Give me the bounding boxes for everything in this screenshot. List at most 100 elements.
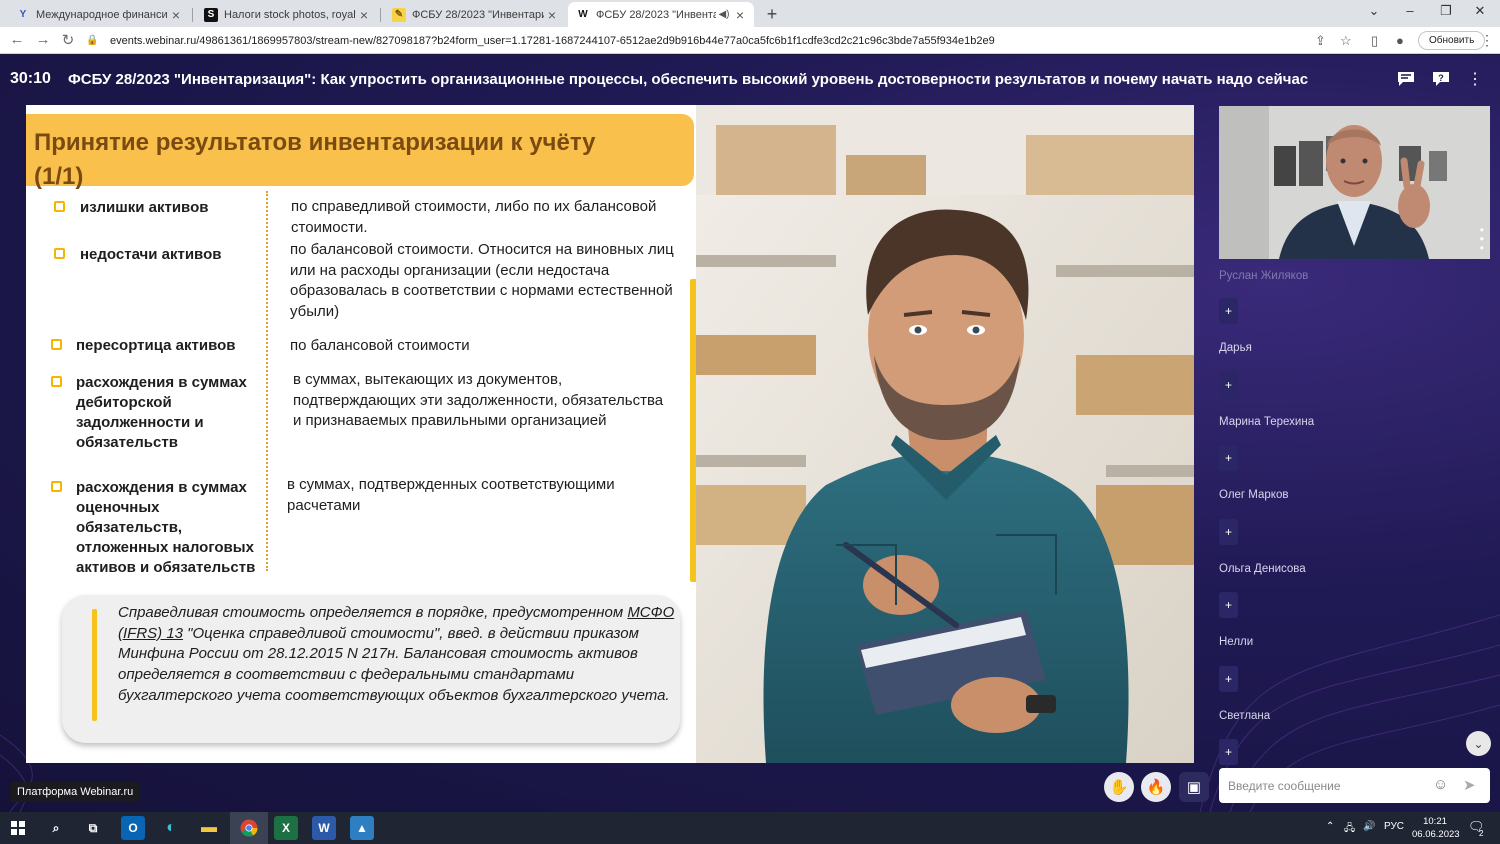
forward-arrow-icon[interactable]: → <box>34 31 52 48</box>
url-field[interactable]: 🔒 events.webinar.ru/49861361/1869957803/… <box>86 30 1406 51</box>
chat-input[interactable] <box>1228 778 1428 793</box>
update-browser-button[interactable]: Обновить <box>1418 31 1486 50</box>
raise-hand-icon[interactable]: ✋ <box>1104 772 1134 802</box>
scroll-down-chevron-icon[interactable]: ⌄ <box>1466 731 1491 756</box>
participant-add-button[interactable]: + <box>1219 445 1238 471</box>
row-value: в суммах, подтвержденных соответствующим… <box>287 476 615 514</box>
profile-avatar-icon[interactable]: ● <box>1396 33 1404 48</box>
close-window-button[interactable]: ✕ <box>1470 3 1490 19</box>
row-label: излишки активов <box>80 199 209 216</box>
participant-add-button[interactable]: + <box>1219 519 1238 545</box>
chrome-icon[interactable] <box>237 816 261 840</box>
square-bullet-icon <box>51 339 62 350</box>
slide-title-line1: Принятие результатов инвентаризации к уч… <box>34 129 596 156</box>
notes-favicon-icon: ✎ <box>392 7 406 22</box>
picture-in-picture-icon[interactable]: ▣ <box>1179 772 1209 802</box>
reload-icon[interactable]: ↻ <box>59 31 77 49</box>
clock-date: 06.06.2023 <box>1412 829 1460 840</box>
browser-tab-4-active[interactable]: W ФСБУ 28/2023 "Инвентариз ◀) × <box>568 2 754 27</box>
taskbar-clock[interactable]: 10:21 06.06.2023 <box>1412 815 1460 841</box>
square-bullet-icon <box>51 481 62 492</box>
question-icon[interactable]: ? <box>1431 69 1451 89</box>
address-toolbar: ← → ↻ 🔒 events.webinar.ru/49861361/18699… <box>0 27 1500 54</box>
row-label: расхождения в суммах оценочных обязатель… <box>76 479 256 576</box>
row-label: недостачи активов <box>80 246 222 263</box>
minimize-button[interactable]: – <box>1400 3 1420 18</box>
new-tab-button[interactable]: + <box>762 4 782 25</box>
language-indicator[interactable]: РУС <box>1384 821 1404 832</box>
participant-name: Нелли <box>1219 636 1254 648</box>
send-icon[interactable]: ➤ <box>1463 776 1476 794</box>
network-icon[interactable]: 🖧 <box>1344 821 1355 838</box>
photos-app-icon[interactable]: ▲ <box>350 816 374 840</box>
edge-icon[interactable]: ◐ <box>159 816 183 840</box>
url-text: events.webinar.ru/49861361/1869957803/st… <box>110 34 995 47</box>
emoji-icon[interactable]: ☺ <box>1433 776 1448 793</box>
windows-start-icon[interactable] <box>6 816 30 840</box>
reaction-flame-icon[interactable]: 🔥 <box>1141 772 1171 802</box>
svg-text:?: ? <box>1438 73 1444 83</box>
video-options-icon[interactable]: • • • <box>1480 224 1484 254</box>
back-arrow-icon[interactable]: ← <box>8 31 26 48</box>
row-value: в суммах, вытекающих из документов, подт… <box>293 371 664 429</box>
close-tab-icon[interactable]: × <box>732 7 748 23</box>
outlook-icon[interactable]: O <box>121 816 145 840</box>
browser-tab-strip: Y Международное финансирова × S Налоги s… <box>0 0 1500 27</box>
participant-add-button[interactable]: + <box>1219 372 1238 398</box>
bookmark-star-icon[interactable]: ☆ <box>1340 33 1352 49</box>
note-text: Справедливая стоимость определяется в по… <box>118 603 678 707</box>
clock-time: 10:21 <box>1423 816 1447 827</box>
tab-title: ФСБУ 28/2023 "Инвентаризаци <box>412 8 544 21</box>
windows-taskbar: ⌕ ⧉ O ◐ ▬ X W ▲ ⌃ 🖧 🔊 РУС 10:21 06.06.20… <box>0 812 1500 844</box>
close-tab-icon[interactable]: × <box>356 7 372 23</box>
webinar-title: ФСБУ 28/2023 "Инвентаризация": Как упрос… <box>68 71 1309 88</box>
square-bullet-icon <box>54 201 65 212</box>
participant-add-button[interactable]: + <box>1219 739 1238 765</box>
file-explorer-icon[interactable]: ▬ <box>197 816 221 840</box>
tab-title: Налоги stock photos, royalty-fre <box>224 8 356 21</box>
participant-name: Марина Терехина <box>1219 416 1315 428</box>
square-bullet-icon <box>54 248 65 259</box>
restore-button[interactable]: ❐ <box>1436 3 1456 19</box>
speaker-video-frame <box>1219 106 1490 259</box>
search-icon[interactable]: ⌕ <box>44 816 68 840</box>
square-bullet-icon <box>51 376 62 387</box>
browser-tab-2[interactable]: S Налоги stock photos, royalty-fre × <box>196 2 378 27</box>
participant-add-button[interactable]: + <box>1219 298 1238 324</box>
side-panel-icon[interactable]: ▯ <box>1371 33 1378 49</box>
volume-icon[interactable]: 🔊 <box>1363 821 1375 832</box>
participant-add-button[interactable]: + <box>1219 592 1238 618</box>
stock-site-favicon-icon: S <box>204 7 218 22</box>
share-icon[interactable]: ⇪ <box>1315 33 1326 49</box>
webinar-favicon-icon: W <box>578 9 588 20</box>
session-timer: 30:10 <box>10 70 51 87</box>
browser-tab-1[interactable]: Y Международное финансирова × <box>8 2 190 27</box>
row-value: по справедливой стоимости, либо по их ба… <box>291 198 657 236</box>
slide-title: Принятие результатов инвентаризации к уч… <box>34 126 684 194</box>
close-tab-icon[interactable]: × <box>168 7 184 23</box>
participant-add-button[interactable]: + <box>1219 666 1238 692</box>
chat-message-box[interactable]: ☺ ➤ <box>1219 768 1490 803</box>
platform-badge: Платформа Webinar.ru <box>10 782 141 802</box>
slide-title-banner: Принятие результатов инвентаризации к уч… <box>26 114 694 190</box>
update-label: Обновить <box>1429 35 1475 46</box>
lock-icon: 🔒 <box>86 35 99 46</box>
speaker-video[interactable]: • • • <box>1219 106 1490 259</box>
browser-tab-3[interactable]: ✎ ФСБУ 28/2023 "Инвентаризаци × <box>384 2 566 27</box>
note-accent-bar <box>92 609 97 721</box>
speaker-icon: ◀) <box>718 9 730 20</box>
participant-name: Светлана <box>1219 710 1271 722</box>
tray-overflow-chevron-icon[interactable]: ⌃ <box>1326 821 1334 832</box>
word-icon[interactable]: W <box>312 816 336 840</box>
task-view-icon[interactable]: ⧉ <box>81 816 105 840</box>
close-tab-icon[interactable]: × <box>544 7 560 23</box>
row-label: пересортица активов <box>76 337 236 354</box>
chat-bubble-icon[interactable] <box>1396 69 1416 89</box>
tab-search-chevron-icon[interactable]: ⌄ <box>1364 3 1384 19</box>
browser-menu-icon[interactable]: ⋮ <box>1480 32 1494 49</box>
excel-icon[interactable]: X <box>274 816 298 840</box>
photo-illustration <box>696 105 1194 763</box>
more-menu-icon[interactable]: ⋮ <box>1465 69 1485 89</box>
row-value: по балансовой стоимости <box>290 337 470 354</box>
presentation-slide: Принятие результатов инвентаризации к уч… <box>26 105 1194 763</box>
